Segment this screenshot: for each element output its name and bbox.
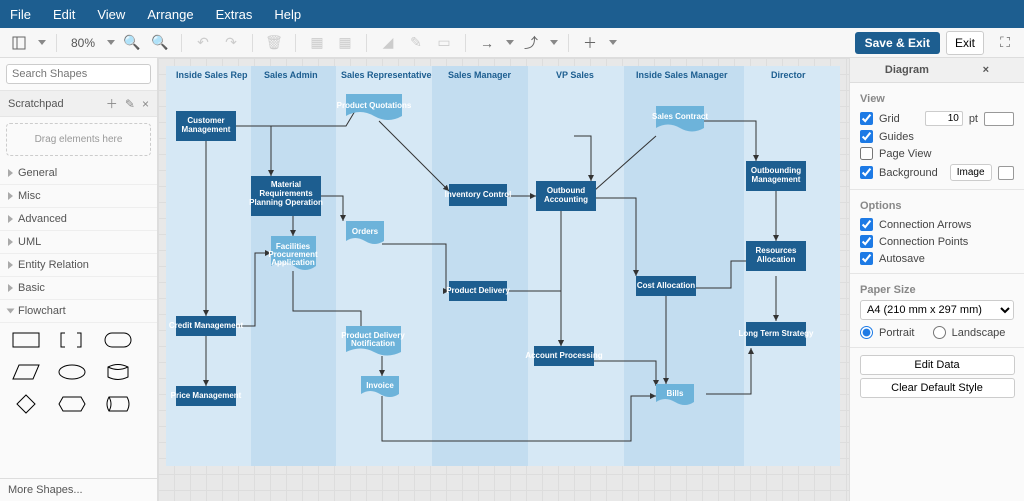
- delete-icon[interactable]: 🗑: [263, 32, 285, 54]
- zoom-out-icon[interactable]: 🔍: [149, 32, 171, 54]
- more-shapes[interactable]: More Shapes...: [0, 478, 157, 501]
- toback-icon[interactable]: ▦: [334, 32, 356, 54]
- cat-flowchart[interactable]: Flowchart: [0, 300, 157, 323]
- bg-color-swatch[interactable]: [998, 166, 1014, 180]
- svg-text:Orders: Orders: [352, 227, 379, 236]
- scratch-dropzone[interactable]: Drag elements here: [6, 123, 151, 156]
- menu-extras[interactable]: Extras: [216, 7, 253, 22]
- shape-trap-icon[interactable]: [6, 359, 46, 385]
- clearstyle-button[interactable]: Clear Default Style: [860, 378, 1015, 398]
- menubar: File Edit View Arrange Extras Help: [0, 0, 1024, 28]
- line-icon[interactable]: ✎: [405, 32, 427, 54]
- svg-text:OutboundingManagement: OutboundingManagement: [751, 166, 801, 184]
- redo-icon[interactable]: ↷: [220, 32, 242, 54]
- autosave-check[interactable]: [860, 252, 873, 265]
- svg-text:Credit Management: Credit Management: [169, 321, 244, 330]
- svg-text:Price Management: Price Management: [171, 391, 242, 400]
- svg-text:Cost Allocation: Cost Allocation: [637, 281, 695, 290]
- pageview-check[interactable]: [860, 147, 873, 160]
- shape-diamond-icon[interactable]: [6, 391, 46, 417]
- shape-rect-icon[interactable]: [6, 327, 46, 353]
- svg-text:CustomerManagement: CustomerManagement: [182, 116, 231, 134]
- close-icon[interactable]: ×: [983, 64, 989, 76]
- svg-text:Account Processing: Account Processing: [525, 351, 602, 360]
- svg-text:Long Term Strategy: Long Term Strategy: [739, 329, 815, 338]
- svg-text:Inventory Control: Inventory Control: [445, 190, 512, 199]
- save-exit-button[interactable]: Save & Exit: [855, 32, 940, 54]
- shapes-palette: [0, 323, 157, 421]
- svg-text:Inside Sales Rep: Inside Sales Rep: [176, 70, 248, 80]
- svg-text:VP Sales: VP Sales: [556, 70, 594, 80]
- svg-text:Sales Representative: Sales Representative: [341, 70, 432, 80]
- add-icon[interactable]: ＋: [106, 97, 118, 111]
- tofront-icon[interactable]: ▦: [306, 32, 328, 54]
- sidebar: Scratchpad ＋ ✎ × Drag elements here Gene…: [0, 58, 158, 501]
- menu-edit[interactable]: Edit: [53, 7, 75, 22]
- grid-color-swatch[interactable]: [984, 112, 1014, 126]
- undo-icon[interactable]: ↶: [192, 32, 214, 54]
- cat-entity[interactable]: Entity Relation: [0, 254, 157, 277]
- menu-help[interactable]: Help: [274, 7, 301, 22]
- svg-text:Invoice: Invoice: [366, 381, 394, 390]
- svg-text:Sales Manager: Sales Manager: [448, 70, 512, 80]
- svg-text:Bills: Bills: [667, 389, 684, 398]
- shape-cyl2-icon[interactable]: [98, 391, 138, 417]
- options-label: Options: [860, 200, 1014, 212]
- svg-text:OutboundAccounting: OutboundAccounting: [544, 186, 588, 204]
- diagram-svg: Inside Sales Rep Sales Admin Sales Repre…: [166, 66, 842, 486]
- bg-check[interactable]: [860, 166, 873, 179]
- connection-icon[interactable]: →: [476, 32, 498, 54]
- cat-misc[interactable]: Misc: [0, 185, 157, 208]
- close-icon[interactable]: ×: [142, 97, 149, 111]
- svg-text:Director: Director: [771, 70, 806, 80]
- shape-hex-icon[interactable]: [52, 391, 92, 417]
- svg-text:Product Quotations: Product Quotations: [337, 101, 412, 110]
- svg-text:Sales Contract: Sales Contract: [652, 112, 708, 121]
- menu-arrange[interactable]: Arrange: [147, 7, 193, 22]
- menu-file[interactable]: File: [10, 7, 31, 22]
- guides-check[interactable]: [860, 130, 873, 143]
- waypoints-icon[interactable]: ⤴: [520, 32, 542, 54]
- grid-size-input[interactable]: [925, 111, 963, 126]
- connarrows-check[interactable]: [860, 218, 873, 231]
- portrait-radio[interactable]: [860, 326, 873, 339]
- expand-icon[interactable]: ⛶: [994, 32, 1016, 54]
- paper-label: Paper Size: [860, 284, 1014, 296]
- search-input[interactable]: [6, 64, 151, 84]
- panel-title: Diagram: [885, 64, 929, 76]
- exit-button[interactable]: Exit: [946, 31, 984, 55]
- cat-uml[interactable]: UML: [0, 231, 157, 254]
- landscape-radio[interactable]: [933, 326, 946, 339]
- image-button[interactable]: Image: [950, 164, 992, 181]
- shape-bracket-icon[interactable]: [52, 327, 92, 353]
- svg-text:ResourcesAllocation: ResourcesAllocation: [756, 246, 797, 264]
- view-label: View: [860, 93, 1014, 105]
- menu-view[interactable]: View: [97, 7, 125, 22]
- insert-icon[interactable]: ＋: [579, 32, 601, 54]
- shape-cylinder-icon[interactable]: [98, 359, 138, 385]
- cat-advanced[interactable]: Advanced: [0, 208, 157, 231]
- grid-check[interactable]: [860, 112, 873, 125]
- canvas[interactable]: Inside Sales Rep Sales Admin Sales Repre…: [158, 58, 849, 501]
- shape-ellipse-icon[interactable]: [52, 359, 92, 385]
- cat-general[interactable]: General: [0, 162, 157, 185]
- scratchpad-label: Scratchpad: [8, 98, 64, 110]
- format-panel: Diagram× View Gridpt Guides Page View Ba…: [849, 58, 1024, 501]
- connpoints-check[interactable]: [860, 235, 873, 248]
- paper-select[interactable]: A4 (210 mm x 297 mm): [860, 300, 1014, 320]
- shadow-icon[interactable]: ▭: [433, 32, 455, 54]
- svg-text:Product Delivery: Product Delivery: [446, 286, 510, 295]
- toolbar: 80% 🔍 🔍 ↶ ↷ 🗑 ▦ ▦ ◢ ✎ ▭ → ⤴ ＋ Save & Exi…: [0, 28, 1024, 58]
- zoom-in-icon[interactable]: 🔍: [121, 32, 143, 54]
- editdata-button[interactable]: Edit Data: [860, 355, 1015, 375]
- layout-icon[interactable]: [8, 32, 30, 54]
- fill-icon[interactable]: ◢: [377, 32, 399, 54]
- zoom-level[interactable]: 80%: [67, 36, 99, 50]
- cat-basic[interactable]: Basic: [0, 277, 157, 300]
- svg-text:Sales Admin: Sales Admin: [264, 70, 318, 80]
- edit-icon[interactable]: ✎: [125, 97, 135, 111]
- shape-roundrect-icon[interactable]: [98, 327, 138, 353]
- svg-text:Inside Sales Manager: Inside Sales Manager: [636, 70, 728, 80]
